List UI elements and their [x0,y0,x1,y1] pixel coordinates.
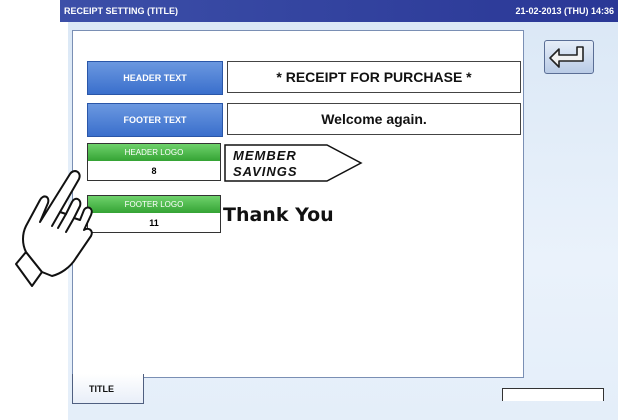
header-text-value[interactable]: * RECEIPT FOR PURCHASE * [227,61,521,93]
thank-you-logo-icon: Thank You [223,204,334,226]
tab-title[interactable]: TITLE [72,374,144,404]
screen: RECEIPT SETTING (TITLE) 21-02-2013 (THU)… [60,0,618,420]
back-button[interactable] [544,40,594,74]
datetime: 21-02-2013 (THU) 14:36 [515,6,614,16]
footer-text-value[interactable]: Welcome again. [227,103,521,135]
content-panel: HEADER TEXT * RECEIPT FOR PURCHASE * FOO… [68,22,618,420]
logo-line-2: SAVINGS [233,164,298,179]
pointing-hand-icon [15,170,93,287]
header-logo-image: MEMBER SAVINGS [223,143,363,183]
footer-logo-image: Thank You [223,193,361,235]
header-text-button[interactable]: HEADER TEXT [87,61,223,95]
bottom-right-box [502,388,604,401]
member-savings-banner-icon: MEMBER SAVINGS [224,144,363,182]
footer-text-button[interactable]: FOOTER TEXT [87,103,223,137]
title-bar: RECEIPT SETTING (TITLE) 21-02-2013 (THU)… [60,0,618,22]
header-logo-label: HEADER LOGO [88,144,220,161]
return-arrow-icon [549,46,584,68]
logo-line-1: MEMBER [233,148,297,163]
settings-area: HEADER TEXT * RECEIPT FOR PURCHASE * FOO… [72,30,524,378]
footer-logo-text: Thank You [223,204,334,226]
screen-title: RECEIPT SETTING (TITLE) [64,6,178,16]
